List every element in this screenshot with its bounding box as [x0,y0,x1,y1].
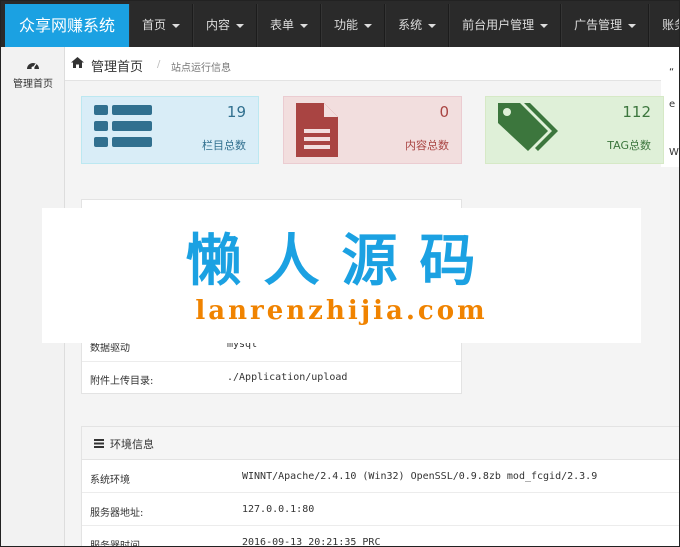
nav-item-label: 功能 [334,18,359,32]
caret-down-icon [364,23,373,28]
row-value: 2016-09-13 20:21:35 PRC [242,537,381,547]
dashboard-icon [27,63,39,70]
nav-item-system[interactable]: 系统 [385,4,450,47]
watermark-url: lanrenzhijia.com [195,296,488,326]
caret-down-icon [540,23,549,28]
nav-item-function[interactable]: 功能 [321,4,386,47]
table-row: 系统环境 WINNT/Apache/2.4.10 (Win32) OpenSSL… [82,460,679,493]
nav-item-label: 前台用户管理 [462,18,535,32]
brand-logo[interactable]: 众享网赚系统 [5,4,129,47]
row-value: 127.0.0.1:80 [242,504,315,515]
top-menu: 首页 内容 表单 功能 系统 前台用户管理 广告管理 账务管 [129,4,679,47]
breadcrumb: 管理首页 / 站点运行信息 [65,47,661,81]
nav-item-label: 首页 [142,18,167,32]
row-key: 服务器地址: [90,508,144,519]
caret-down-icon [236,23,245,28]
stat-label: 内容总数 [405,139,449,152]
stat-card-tags[interactable]: 112 TAG总数 [485,96,664,164]
stat-card-categories[interactable]: 19 栏目总数 [81,96,259,164]
bars-icon [94,439,104,448]
nav-item-ads[interactable]: 广告管理 [561,4,650,47]
panel-title: 环境信息 [110,438,154,451]
stat-value: 19 [226,103,246,121]
stat-value: 0 [439,103,449,121]
row-value: WINNT/Apache/2.4.10 (Win32) OpenSSL/0.9.… [242,471,598,482]
row-key: 服务器时间 [90,541,140,547]
breadcrumb-current[interactable]: 管理首页 [91,56,143,75]
stat-card-content[interactable]: 0 内容总数 [283,96,462,164]
nav-item-content[interactable]: 内容 [193,4,258,47]
stat-label: TAG总数 [607,139,651,152]
breadcrumb-separator: / [157,59,161,70]
table-row: 服务器时间 2016-09-13 20:21:35 PRC [82,526,679,547]
caret-down-icon [172,23,181,28]
sidebar-item-label: 管理首页 [13,79,53,90]
document-icon [296,103,338,157]
table-row: 附件上传目录: ./Application/upload [82,361,461,394]
panel-header: 环境信息 [82,427,679,460]
watermark-overlay: 懒人源码 lanrenzhijia.com [42,208,641,343]
table-row: 服务器地址: 127.0.0.1:80 [82,493,679,526]
edge-char: “ [669,67,675,78]
nav-item-label: 系统 [398,18,423,32]
nav-item-label: 表单 [270,18,295,32]
home-icon [71,57,84,68]
caret-down-icon [628,23,637,28]
row-key: 系统环境 [90,475,130,486]
tags-icon [498,103,558,151]
row-key: 附件上传目录: [90,376,154,387]
watermark-title: 懒人源码 [185,229,498,294]
nav-item-label: 账务管 [662,18,679,32]
env-info-panel: 环境信息 系统环境 WINNT/Apache/2.4.10 (Win32) Op… [81,426,679,547]
caret-down-icon [428,23,437,28]
nav-item-label: 广告管理 [574,18,623,32]
nav-item-users[interactable]: 前台用户管理 [449,4,562,47]
row-value: ./Application/upload [227,372,348,383]
breadcrumb-sub: 站点运行信息 [171,63,231,74]
top-navbar: 众享网赚系统 首页 内容 表单 功能 系统 前台用户管理 广告管理 账务管 [1,1,679,47]
edge-char: W [669,147,679,158]
edge-char: e [669,99,676,110]
nav-item-form[interactable]: 表单 [257,4,322,47]
nav-item-accounts[interactable]: 账务管 [649,4,679,47]
stat-label: 栏目总数 [202,139,246,152]
sidebar-item-dashboard[interactable]: 管理首页 [1,59,65,90]
nav-item-label: 内容 [206,18,231,32]
stat-value: 112 [622,103,651,121]
app-window: 众享网赚系统 首页 内容 表单 功能 系统 前台用户管理 广告管理 账务管 管理… [0,0,680,547]
nav-item-home[interactable]: 首页 [129,4,194,47]
caret-down-icon [300,23,309,28]
list-icon [94,105,152,147]
